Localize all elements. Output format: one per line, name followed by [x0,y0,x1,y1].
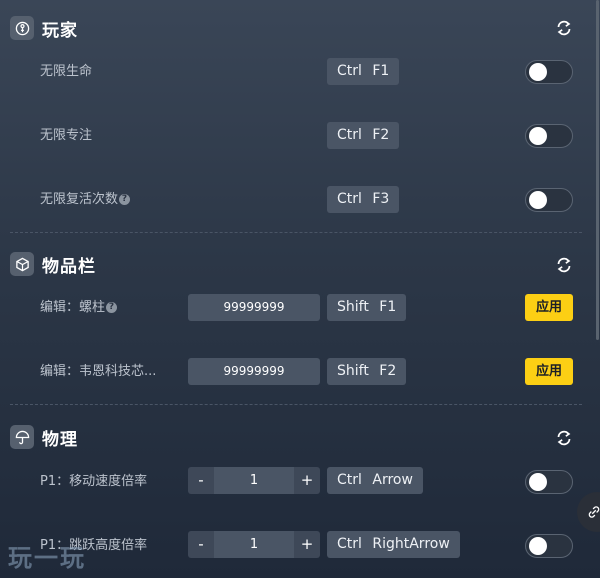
row-label: 无限专注 [40,128,93,143]
row-label: 编辑：韦恩科技芯... [40,364,157,379]
hotkey-badge[interactable]: Shift F1 [327,294,407,321]
jump-height-stepper: - 1 + [188,531,320,558]
decrement-button[interactable]: - [188,467,214,494]
section-header-physics: 物理 [10,425,78,450]
decrement-button[interactable]: - [188,531,214,558]
row-label: P1：移动速度倍率 [40,474,148,489]
toggle-knob [529,191,547,209]
reset-icon[interactable] [555,256,573,274]
hotkey-badge[interactable]: Ctrl RightArrow [327,531,460,558]
move-speed-stepper: - 1 + [188,467,320,494]
wayne-chip-value-input[interactable]: 99999999 [188,358,320,385]
scrollbar[interactable] [596,0,599,340]
link-icon [588,506,600,518]
increment-button[interactable]: + [294,467,320,494]
toggle-knob [529,63,547,81]
hotkey-badge[interactable]: Ctrl Arrow [327,467,423,494]
row-label-text: 编辑：螺柱 [40,300,106,315]
increment-button[interactable]: + [294,531,320,558]
hotkey-badge[interactable]: Ctrl F3 [327,186,400,213]
hotkey-badge[interactable]: Shift F2 [327,358,407,385]
bolts-value-input[interactable]: 99999999 [188,294,320,321]
toggle-knob [529,537,547,555]
jump-height-toggle[interactable] [525,534,573,558]
toggle-knob [529,127,547,145]
row-label: 无限生命 [40,64,93,79]
floating-action-button[interactable] [577,492,600,532]
row-label-text: 无限复活次数 [40,192,119,207]
hotkey-badge[interactable]: Ctrl F1 [327,58,400,85]
apply-button[interactable]: 应用 [525,294,573,321]
section-divider [10,404,582,405]
section-divider [10,232,582,233]
help-icon[interactable]: ? [106,302,118,313]
section-title: 物品栏 [42,256,96,277]
reset-icon[interactable] [555,19,573,37]
row-label: 无限复活次数? [40,190,131,210]
watermark: 玩一玩 [8,544,86,572]
section-header-inventory: 物品栏 [10,252,96,277]
toggle-knob [529,473,547,491]
section-title: 玩家 [42,20,78,41]
reset-icon[interactable] [555,429,573,447]
hotkey-badge[interactable]: Ctrl F2 [327,122,400,149]
player-icon [10,16,34,40]
stepper-value[interactable]: 1 [214,531,294,558]
infinite-focus-toggle[interactable] [525,124,573,148]
section-header-player: 玩家 [10,16,78,41]
stepper-value[interactable]: 1 [214,467,294,494]
infinite-revive-toggle[interactable] [525,188,573,212]
infinite-health-toggle[interactable] [525,60,573,84]
cube-icon [10,252,34,276]
help-icon[interactable]: ? [119,194,131,205]
umbrella-icon [10,425,34,449]
row-label: 编辑：螺柱? [40,298,118,318]
move-speed-toggle[interactable] [525,470,573,494]
section-title: 物理 [42,429,78,450]
apply-button[interactable]: 应用 [525,358,573,385]
